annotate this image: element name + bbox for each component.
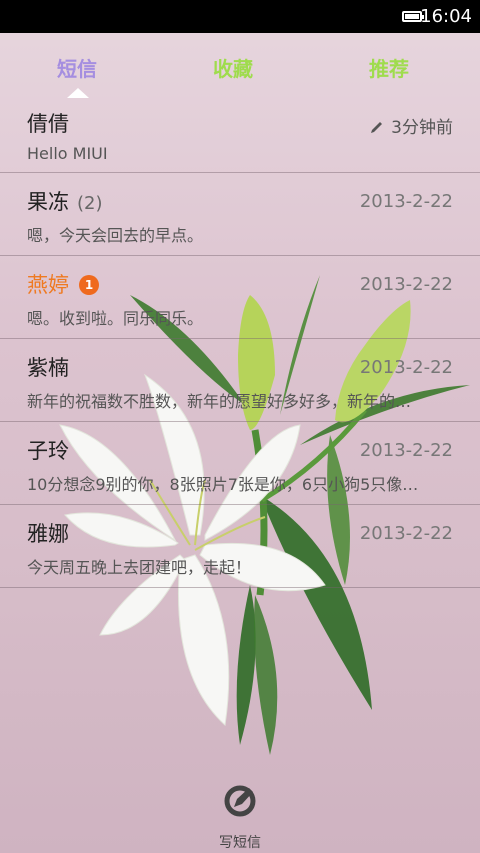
contact-name: 子玲 [27,439,69,463]
compose-label: 写短信 [219,835,261,851]
tab-recommend[interactable]: 推荐 [369,53,409,82]
tab-favorites[interactable]: 收藏 [213,53,253,82]
contact-name: 燕婷 1 [27,269,99,299]
status-time: 16:04 [420,6,472,27]
conversation-date: 2013-2-22 [359,274,453,295]
conversation-row[interactable]: 燕婷 1 2013-2-22 嗯。收到啦。同乐同乐。 [0,256,480,339]
tab-messages[interactable]: 短信 [57,53,97,82]
message-preview: 嗯，今天会回去的早点。 [27,226,204,245]
conversation-row[interactable]: 紫楠 2013-2-22 新年的祝福数不胜数，新年的愿望好多好多，新年的… [0,339,480,422]
contact-name: 倩倩 [27,112,69,136]
conversation-date: 2013-2-22 [359,191,453,212]
message-preview: 嗯。收到啦。同乐同乐。 [27,309,204,328]
contact-name: 雅娜 [27,522,69,546]
pencil-icon [371,122,383,133]
message-preview: 10分想念9别的你，8张照片7张是你，6只小狗5只像… [27,475,419,494]
message-preview: 今天周五晚上去团建吧，走起！ [27,558,252,577]
conversation-row[interactable]: 倩倩 3分钟前 Hello MIUI [0,95,480,173]
message-count: (2) [77,193,103,214]
message-preview: 新年的祝福数不胜数，新年的愿望好多好多，新年的… [27,392,412,411]
conversation-time: 3分钟前 [369,113,453,138]
conversation-date: 2013-2-22 [359,357,453,378]
unread-badge: 1 [79,275,99,295]
contact-name: 果冻 (2) [27,190,103,214]
conversation-row[interactable]: 雅娜 2013-2-22 今天周五晚上去团建吧，走起！ [0,505,480,588]
compose-icon [224,785,256,817]
conversation-date: 2013-2-22 [359,523,453,544]
battery-icon [402,11,424,22]
compose-button[interactable]: 写短信 [0,780,480,853]
conversation-date: 2013-2-22 [359,440,453,461]
conversation-row[interactable]: 子玲 2013-2-22 10分想念9别的你，8张照片7张是你，6只小狗5只像… [0,422,480,505]
conversation-list: 倩倩 3分钟前 Hello MIUI 果冻 (2) 2013-2-22 嗯，今天会… [0,95,480,588]
status-bar: 16:04 [0,0,480,33]
contact-name: 紫楠 [27,356,69,380]
conversation-row[interactable]: 果冻 (2) 2013-2-22 嗯，今天会回去的早点。 [0,173,480,256]
message-preview: Hello MIUI [27,144,108,163]
tab-bar: 短信 收藏 推荐 [0,33,480,98]
